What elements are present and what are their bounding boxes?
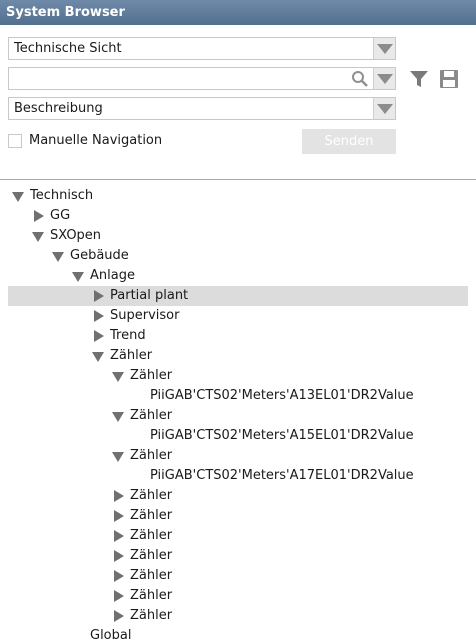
tree-node-label: GG <box>50 208 71 223</box>
search-icon[interactable] <box>351 70 369 88</box>
save-icon[interactable] <box>439 69 459 89</box>
collapse-arrow-icon[interactable] <box>112 486 126 506</box>
tree-node[interactable]: Zähler <box>8 606 468 626</box>
collapse-arrow-icon[interactable] <box>32 206 46 226</box>
tree-node[interactable]: PiiGAB'CTS02'Meters'A13EL01'DR2Value <box>8 386 468 406</box>
view-select-value: Technische Sicht <box>14 41 122 56</box>
tree-node-label: Zähler <box>130 508 173 523</box>
expand-arrow-icon[interactable] <box>32 226 46 246</box>
tree-node-label: Zähler <box>130 608 173 623</box>
expand-arrow-icon[interactable] <box>92 346 106 366</box>
tree-node[interactable]: Technisch <box>8 186 468 206</box>
tree-node-label: PiiGAB'CTS02'Meters'A17EL01'DR2Value <box>150 468 414 483</box>
collapse-arrow-icon[interactable] <box>112 606 126 626</box>
tree-node[interactable]: Global <box>8 626 468 644</box>
tree-node[interactable]: Zähler <box>8 406 468 426</box>
tree-node-label: SXOpen <box>50 228 102 243</box>
expand-arrow-icon[interactable] <box>112 446 126 466</box>
expand-arrow-icon[interactable] <box>72 266 86 286</box>
tree-node[interactable]: GG <box>8 206 468 226</box>
collapse-arrow-icon[interactable] <box>112 586 126 606</box>
expand-arrow-icon[interactable] <box>112 366 126 386</box>
view-select[interactable]: Technische Sicht <box>8 37 396 60</box>
expand-arrow-icon[interactable] <box>112 406 126 426</box>
tree-node[interactable]: Zähler <box>8 506 468 526</box>
chevron-down-icon[interactable] <box>373 68 395 89</box>
tree-node-selected[interactable]: Partial plant <box>8 286 468 306</box>
window-title: System Browser <box>0 0 476 25</box>
tree-node[interactable]: Zähler <box>8 486 468 506</box>
tree-node-label: Zähler <box>130 488 173 503</box>
tree-node-label: Partial plant <box>110 288 189 303</box>
tree-node-label: Anlage <box>90 268 135 283</box>
collapse-arrow-icon[interactable] <box>112 506 126 526</box>
tree-node[interactable]: Zähler <box>8 446 468 466</box>
collapse-arrow-icon[interactable] <box>112 566 126 586</box>
filter-panel: Technische Sicht Beschreibung Manuelle N… <box>0 25 476 180</box>
tree-node-label: Zähler <box>130 568 173 583</box>
filter-icon[interactable] <box>409 69 429 89</box>
tree-node[interactable]: Gebäude <box>8 246 468 266</box>
tree-node-label: Supervisor <box>110 308 180 323</box>
tree-node[interactable]: SXOpen <box>8 226 468 246</box>
tree-node-label: Trend <box>110 328 146 343</box>
tree-node[interactable]: Anlage <box>8 266 468 286</box>
tree-node-label: Gebäude <box>70 248 129 263</box>
tree-node[interactable]: Zähler <box>8 586 468 606</box>
collapse-arrow-icon[interactable] <box>112 546 126 566</box>
tree-node-label: PiiGAB'CTS02'Meters'A15EL01'DR2Value <box>150 428 414 443</box>
tree-node-label: Zähler <box>130 548 173 563</box>
tree-node[interactable]: Supervisor <box>8 306 468 326</box>
collapse-arrow-icon[interactable] <box>92 286 106 306</box>
tree-node-label: PiiGAB'CTS02'Meters'A13EL01'DR2Value <box>150 388 414 403</box>
collapse-arrow-icon[interactable] <box>112 526 126 546</box>
tree-node[interactable]: Zähler <box>8 346 468 366</box>
expand-arrow-icon[interactable] <box>52 246 66 266</box>
tree-node-label: Zähler <box>110 348 153 363</box>
chevron-down-icon[interactable] <box>373 38 395 59</box>
tree-node-label: Technisch <box>30 188 94 203</box>
tree-node-label: Global <box>90 628 132 643</box>
tree-node-label: Zähler <box>130 408 173 423</box>
tree-node[interactable]: Zähler <box>8 566 468 586</box>
tree-node[interactable]: Zähler <box>8 546 468 566</box>
manual-navigation-label: Manuelle Navigation <box>29 133 163 148</box>
search-combo[interactable] <box>8 67 396 90</box>
tree-node-label: Zähler <box>130 448 173 463</box>
send-button[interactable]: Senden <box>302 129 396 154</box>
description-select-value: Beschreibung <box>14 101 103 116</box>
tree-node[interactable]: Trend <box>8 326 468 346</box>
tree-node-label: Zähler <box>130 368 173 383</box>
collapse-arrow-icon[interactable] <box>92 326 106 346</box>
tree-node-label: Zähler <box>130 588 173 603</box>
description-select[interactable]: Beschreibung <box>8 97 396 120</box>
tree-node[interactable]: Zähler <box>8 526 468 546</box>
tree-node[interactable]: PiiGAB'CTS02'Meters'A15EL01'DR2Value <box>8 426 468 446</box>
tree-node-label: Zähler <box>130 528 173 543</box>
chevron-down-icon[interactable] <box>373 98 395 119</box>
system-tree: Technisch GG SXOpen Gebäude Anlage Partial pl… <box>0 181 476 644</box>
manual-navigation-checkbox[interactable] <box>8 134 22 148</box>
collapse-arrow-icon[interactable] <box>92 306 106 326</box>
tree-node[interactable]: PiiGAB'CTS02'Meters'A17EL01'DR2Value <box>8 466 468 486</box>
tree-node[interactable]: Zähler <box>8 366 468 386</box>
expand-arrow-icon[interactable] <box>12 186 26 206</box>
